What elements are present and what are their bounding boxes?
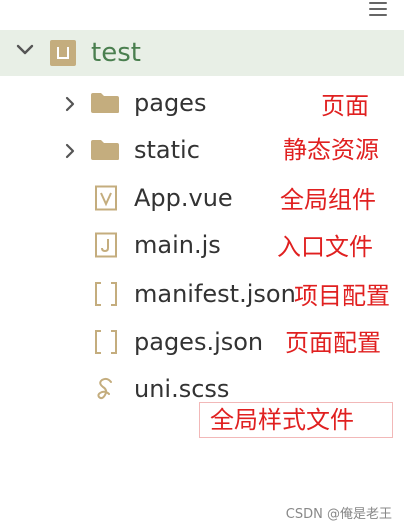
sass-file-icon [97, 377, 112, 400]
annotation-pages: 页面 [321, 92, 369, 120]
chevron-right-icon[interactable] [64, 96, 76, 112]
chevron-down-icon[interactable] [16, 44, 34, 56]
annotation-main-js: 入口文件 [277, 233, 373, 261]
annotation-uni-scss: 全局样式文件 [210, 406, 354, 434]
folder-icon [91, 93, 119, 113]
js-file-icon [95, 232, 117, 258]
json-file-icon [95, 330, 117, 354]
annotation-static: 静态资源 [283, 136, 379, 164]
project-name[interactable]: test [91, 36, 141, 70]
tree-item-label: pages [134, 89, 207, 117]
chevron-right-icon[interactable] [64, 143, 76, 159]
tree-item-label: manifest.json [134, 280, 296, 308]
vue-file-icon [95, 185, 117, 211]
annotation-box: 全局样式文件 [199, 402, 393, 438]
watermark: CSDN @俺是老王 [285, 507, 392, 522]
tree-item-label: pages.json [134, 328, 264, 356]
tree-item-label: uni.scss [134, 375, 230, 403]
hamburger-menu-icon[interactable] [369, 2, 387, 16]
tree-item-label: static [134, 136, 200, 164]
folder-icon [91, 140, 119, 160]
tree-item-label: App.vue [134, 184, 233, 212]
annotation-app-vue: 全局组件 [280, 186, 376, 214]
annotation-manifest-json: 项目配置 [294, 282, 390, 310]
json-file-icon [95, 282, 117, 306]
project-icon [50, 40, 76, 66]
tree-item-label: main.js [134, 231, 221, 259]
annotation-pages-json: 页面配置 [285, 329, 381, 357]
